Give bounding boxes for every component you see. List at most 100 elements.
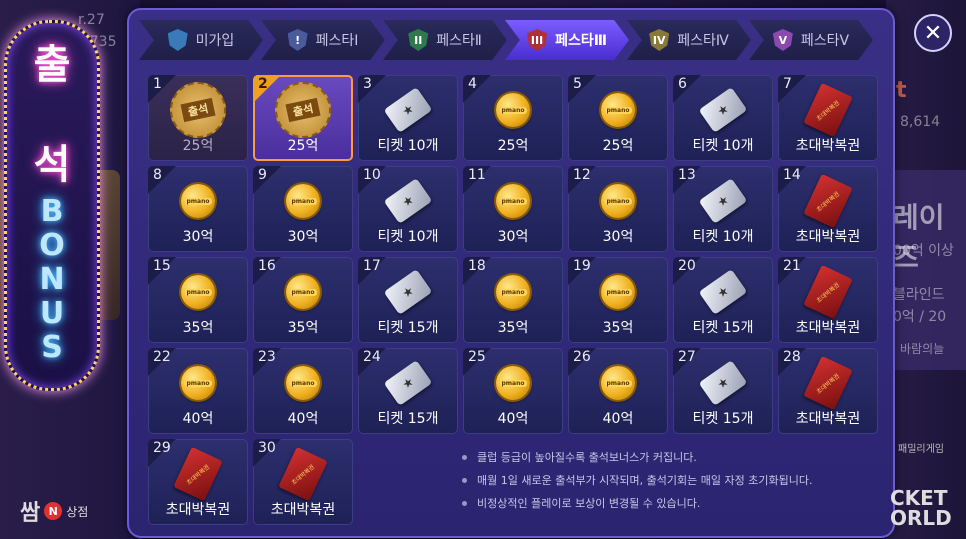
reward-icon-wrap: pmano xyxy=(148,358,248,408)
ticket-icon: ★ xyxy=(383,269,433,315)
reward-label: 티켓 15개 xyxy=(692,411,754,427)
icon-text: pmano xyxy=(604,197,632,205)
reward-label: 티켓 10개 xyxy=(377,229,439,245)
day-card[interactable]: 18 pmano 35억 xyxy=(463,257,563,343)
day-card[interactable]: 10 ★ 티켓 10개 xyxy=(358,166,458,252)
background-raise-sub: 00억 이상 xyxy=(893,243,954,259)
icon-text: ★ xyxy=(714,192,732,210)
day-card[interactable]: 22 pmano 40억 xyxy=(148,348,248,434)
day-card[interactable]: 25 pmano 40억 xyxy=(463,348,563,434)
reward-label: 30억 xyxy=(182,229,214,245)
day-card[interactable]: 2 출석 25억 xyxy=(253,75,353,161)
reward-label: 35억 xyxy=(602,320,634,336)
day-number: 28 xyxy=(783,349,801,365)
reward-label: 티켓 10개 xyxy=(377,138,439,154)
reward-icon-wrap: pmano xyxy=(568,358,668,408)
day-card[interactable]: 15 pmano 35억 xyxy=(148,257,248,343)
day-number: 15 xyxy=(153,258,171,274)
day-card[interactable]: 30 초대박복권 초대박복권 xyxy=(253,439,353,525)
coin-icon: pmano xyxy=(286,275,320,309)
day-card[interactable]: 3 ★ 티켓 10개 xyxy=(358,75,458,161)
reward-icon-wrap: 초대박복권 xyxy=(148,446,248,502)
day-card[interactable]: 23 pmano 40억 xyxy=(253,348,353,434)
day-card[interactable]: 29 초대박복권 초대박복권 xyxy=(148,439,248,525)
reward-icon-wrap: pmano xyxy=(253,267,353,317)
reward-label: 초대박복권 xyxy=(795,411,861,427)
attendance-panel: 미가입! 페스타Ⅰ II 페스타Ⅱ III 페스타Ⅲ IV 페스타Ⅳ V 페스타Ⅴ 1 출석 25억 2… xyxy=(127,8,895,538)
day-number: 10 xyxy=(363,167,381,183)
icon-text: pmano xyxy=(499,106,527,114)
day-card[interactable]: 20 ★ 티켓 15개 xyxy=(673,257,773,343)
day-card[interactable]: 24 ★ 티켓 15개 xyxy=(358,348,458,434)
reward-label: 티켓 10개 xyxy=(692,229,754,245)
ticket-icon: ★ xyxy=(383,360,433,406)
reward-icon-wrap: 초대박복권 xyxy=(778,82,878,138)
reward-label: 35억 xyxy=(182,320,214,336)
day-card[interactable]: 13 ★ 티켓 10개 xyxy=(673,166,773,252)
day-number: 6 xyxy=(678,76,687,92)
rocket-logo-line: CKET xyxy=(890,486,948,510)
background-raise-title: 레이즈 xyxy=(893,201,945,274)
day-card[interactable]: 14 초대박복권 초대박복권 xyxy=(778,166,878,252)
reward-icon-wrap: pmano xyxy=(463,176,563,226)
day-card[interactable]: 28 초대박복권 초대박복권 xyxy=(778,348,878,434)
day-card[interactable]: 4 pmano 25억 xyxy=(463,75,563,161)
day-card[interactable]: 5 pmano 25억 xyxy=(568,75,668,161)
close-icon: ✕ xyxy=(923,20,943,46)
day-card[interactable]: 6 ★ 티켓 10개 xyxy=(673,75,773,161)
day-card[interactable]: 19 pmano 35억 xyxy=(568,257,668,343)
day-card[interactable]: 11 pmano 30억 xyxy=(463,166,563,252)
day-number: 19 xyxy=(573,258,591,274)
reward-label: 티켓 15개 xyxy=(692,320,754,336)
icon-text: pmano xyxy=(289,379,317,387)
day-card[interactable]: 9 pmano 30억 xyxy=(253,166,353,252)
bullet-icon xyxy=(462,501,467,506)
rank-4-icon: IV xyxy=(649,29,670,51)
rank-1-icon: ! xyxy=(287,29,308,51)
day-number: 30 xyxy=(258,440,276,456)
icon-text: ★ xyxy=(399,192,417,210)
day-card[interactable]: 8 pmano 30억 xyxy=(148,166,248,252)
sign-bonus-letter: U xyxy=(39,296,65,331)
coin-icon: pmano xyxy=(496,184,530,218)
day-card[interactable]: 17 ★ 티켓 15개 xyxy=(358,257,458,343)
day-number: 8 xyxy=(153,167,162,183)
tab-festa-2[interactable]: II 페스타Ⅱ xyxy=(383,20,507,60)
rocket-world-logo[interactable]: CKET ORLD xyxy=(890,488,952,528)
sign-title-top: 출 xyxy=(33,41,71,88)
day-card[interactable]: 12 pmano 30억 xyxy=(568,166,668,252)
reward-icon-wrap: 초대박복권 xyxy=(778,173,878,229)
attendance-bonus-sign: 출 석 B O N U S xyxy=(4,20,100,391)
shop-button[interactable]: 쌈 N 상점 xyxy=(20,495,88,527)
day-card[interactable]: 26 pmano 40억 xyxy=(568,348,668,434)
tab-festa-5[interactable]: V 페스타Ⅴ xyxy=(749,20,873,60)
reward-icon-wrap: 초대박복권 xyxy=(778,264,878,320)
reward-label: 25억 xyxy=(602,138,634,154)
day-number: 14 xyxy=(783,167,801,183)
day-card[interactable]: 7 초대박복권 초대박복권 xyxy=(778,75,878,161)
reward-icon-wrap: ★ xyxy=(358,85,458,135)
coin-icon: pmano xyxy=(601,275,635,309)
icon-text: 초대박복권 xyxy=(815,190,842,214)
background-user-level: r.27 xyxy=(78,12,105,28)
tab-festa-1[interactable]: ! 페스타Ⅰ xyxy=(261,20,385,60)
day-number: 4 xyxy=(468,76,477,92)
tab-label: 미가입 xyxy=(195,33,235,49)
day-card[interactable]: 27 ★ 티켓 15개 xyxy=(673,348,773,434)
day-card[interactable]: 1 출석 25억 xyxy=(148,75,248,161)
icon-text: 초대박복권 xyxy=(815,372,842,396)
icon-text: 초대박복권 xyxy=(815,281,842,305)
icon-text: 초대박복권 xyxy=(815,99,842,123)
icon-text: 출석 xyxy=(180,97,216,123)
tab-festa-3[interactable]: III 페스타Ⅲ xyxy=(505,20,629,60)
reward-label: 티켓 15개 xyxy=(377,320,439,336)
tab-unregistered[interactable]: 미가입 xyxy=(139,20,263,60)
reward-icon-wrap: ★ xyxy=(673,267,773,317)
tab-festa-4[interactable]: IV 페스타Ⅳ xyxy=(627,20,751,60)
close-button[interactable]: ✕ xyxy=(914,14,952,52)
family-game-button[interactable]: 패밀리게임 xyxy=(898,440,944,455)
new-badge: N xyxy=(44,502,63,520)
day-card[interactable]: 16 pmano 35억 xyxy=(253,257,353,343)
reward-label: 티켓 10개 xyxy=(692,138,754,154)
day-card[interactable]: 21 초대박복권 초대박복권 xyxy=(778,257,878,343)
